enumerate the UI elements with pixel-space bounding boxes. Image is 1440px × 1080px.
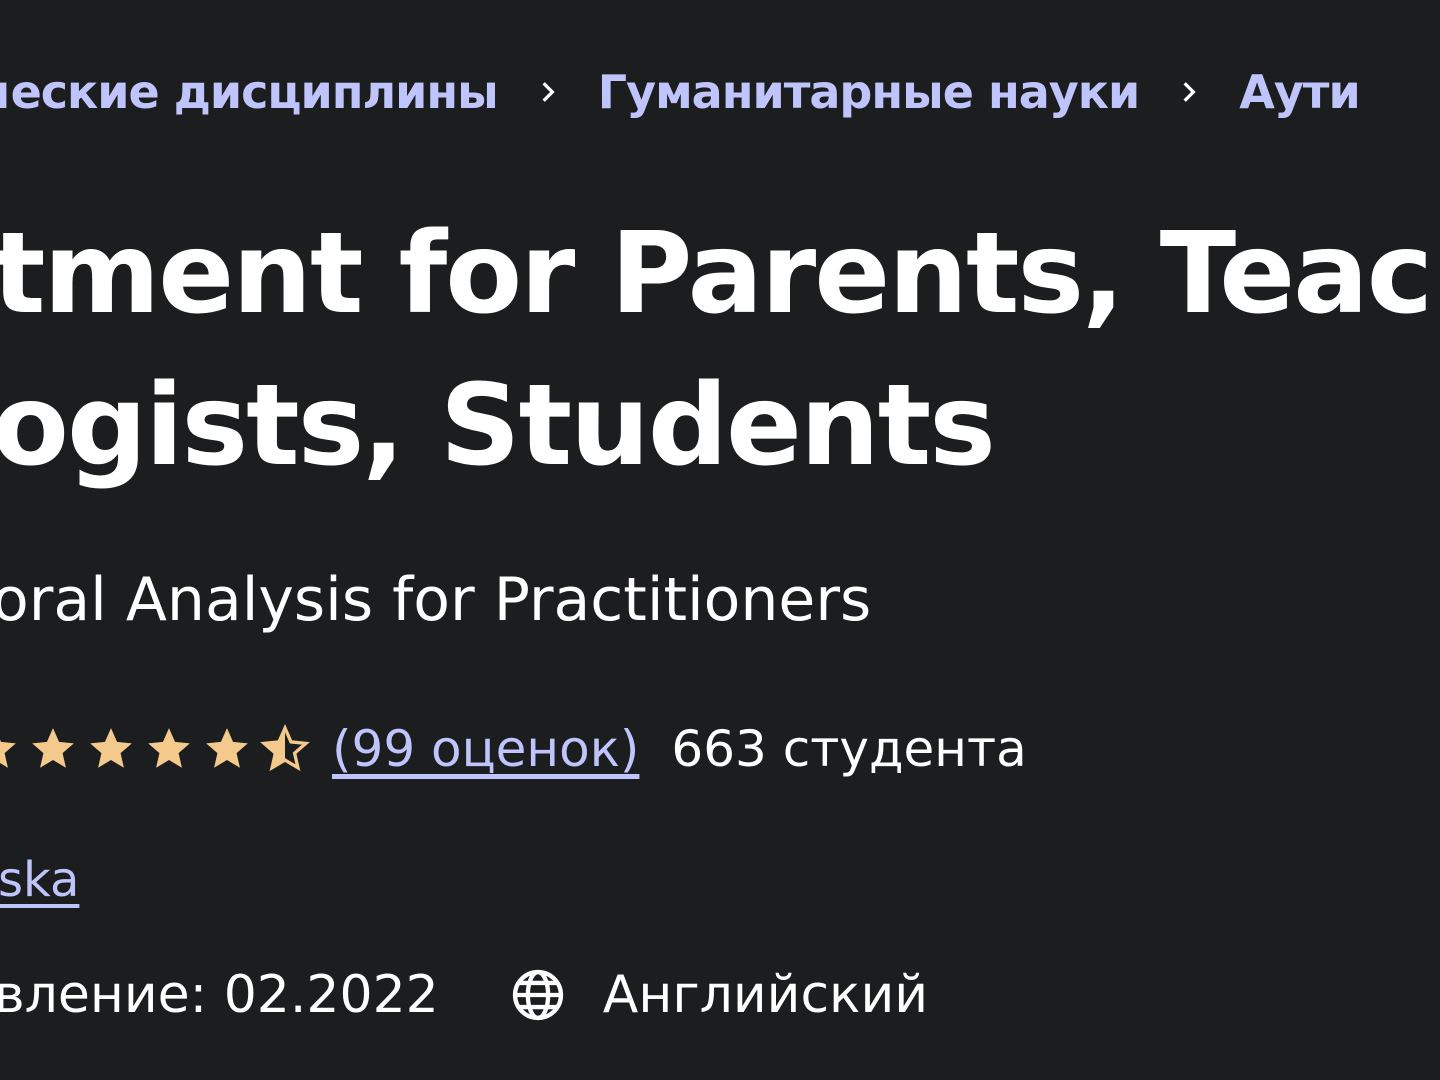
star-icon: [148, 728, 190, 768]
course-title: tment for Parents, Teach ogists, Student…: [0, 198, 1440, 502]
star-rating: [0, 724, 318, 774]
star-half-icon: [260, 724, 310, 772]
rating-row: (99 оценок) 663 студента: [0, 720, 1027, 778]
breadcrumb-item-category[interactable]: ческие дисциплины: [0, 65, 499, 119]
star-icon: [32, 728, 74, 768]
globe-icon: [512, 969, 563, 1021]
instructor-link[interactable]: ska: [0, 852, 79, 908]
course-title-line-2: ogists, Students: [0, 361, 996, 491]
instructor-row: ska: [0, 848, 79, 912]
star-icon: [206, 728, 248, 768]
chevron-right-icon: [498, 62, 598, 122]
star-icon: [0, 739, 16, 768]
star-icon: [90, 728, 132, 768]
course-title-line-1: tment for Parents, Teach: [0, 209, 1440, 339]
breadcrumb-item-topic[interactable]: Аути: [1239, 65, 1360, 119]
meta-row: вление: 02.2022 Английский: [0, 960, 928, 1030]
ratings-count-link[interactable]: (99 оценок): [332, 720, 639, 778]
breadcrumb-item-subcategory[interactable]: Гуманитарные науки: [598, 65, 1140, 119]
course-subtitle: oral Analysis for Practitioners: [0, 565, 872, 635]
students-count: 663 студента: [671, 720, 1027, 778]
last-updated: вление: 02.2022: [0, 965, 439, 1025]
breadcrumb: ческие дисциплины Гуманитарные науки Аут…: [0, 62, 1361, 122]
course-language: Английский: [602, 965, 929, 1025]
chevron-right-icon: [1139, 62, 1239, 122]
course-header: ческие дисциплины Гуманитарные науки Аут…: [0, 0, 1440, 1080]
